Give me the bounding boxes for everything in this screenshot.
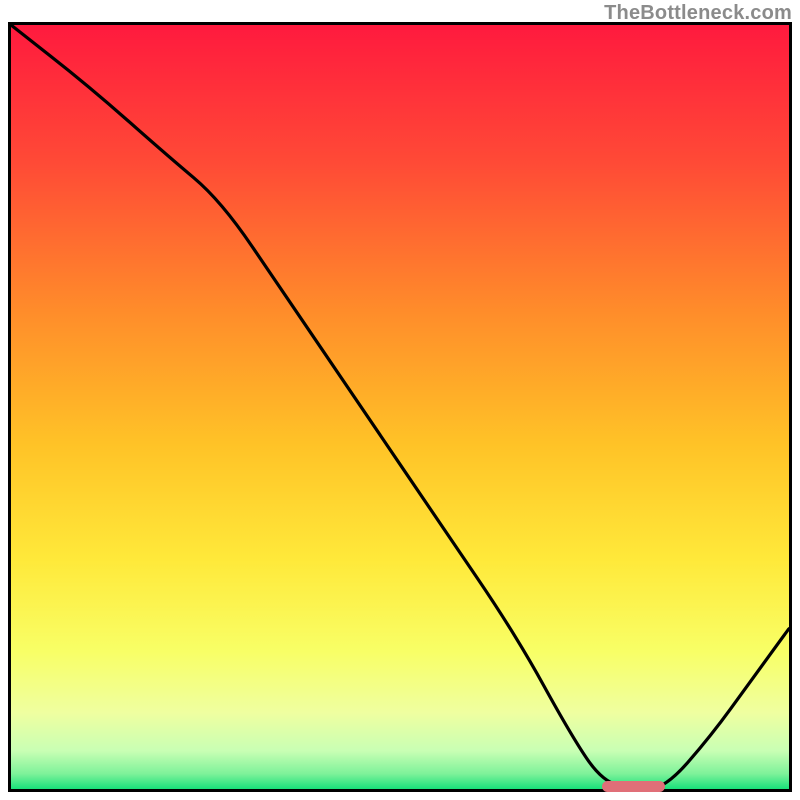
gradient-fill bbox=[11, 25, 789, 789]
chart-frame bbox=[8, 22, 792, 792]
optimal-marker bbox=[602, 781, 664, 792]
chart-svg bbox=[11, 25, 789, 789]
